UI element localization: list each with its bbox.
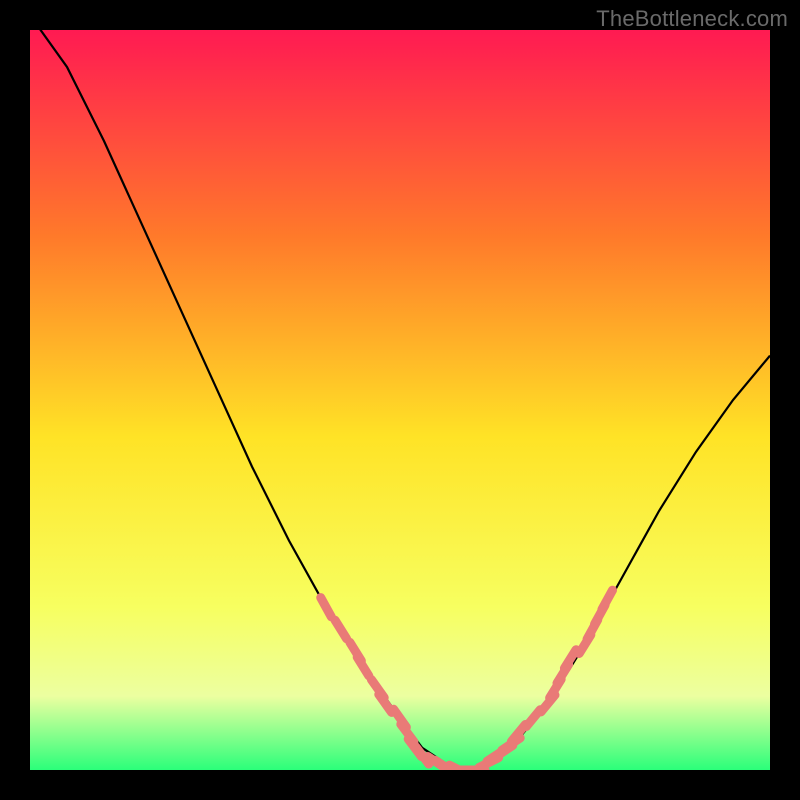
chart-svg: [30, 30, 770, 770]
plot-area: [30, 30, 770, 770]
watermark-text: TheBottleneck.com: [596, 6, 788, 32]
chart-frame: TheBottleneck.com: [0, 0, 800, 800]
gradient-bg: [30, 30, 770, 770]
